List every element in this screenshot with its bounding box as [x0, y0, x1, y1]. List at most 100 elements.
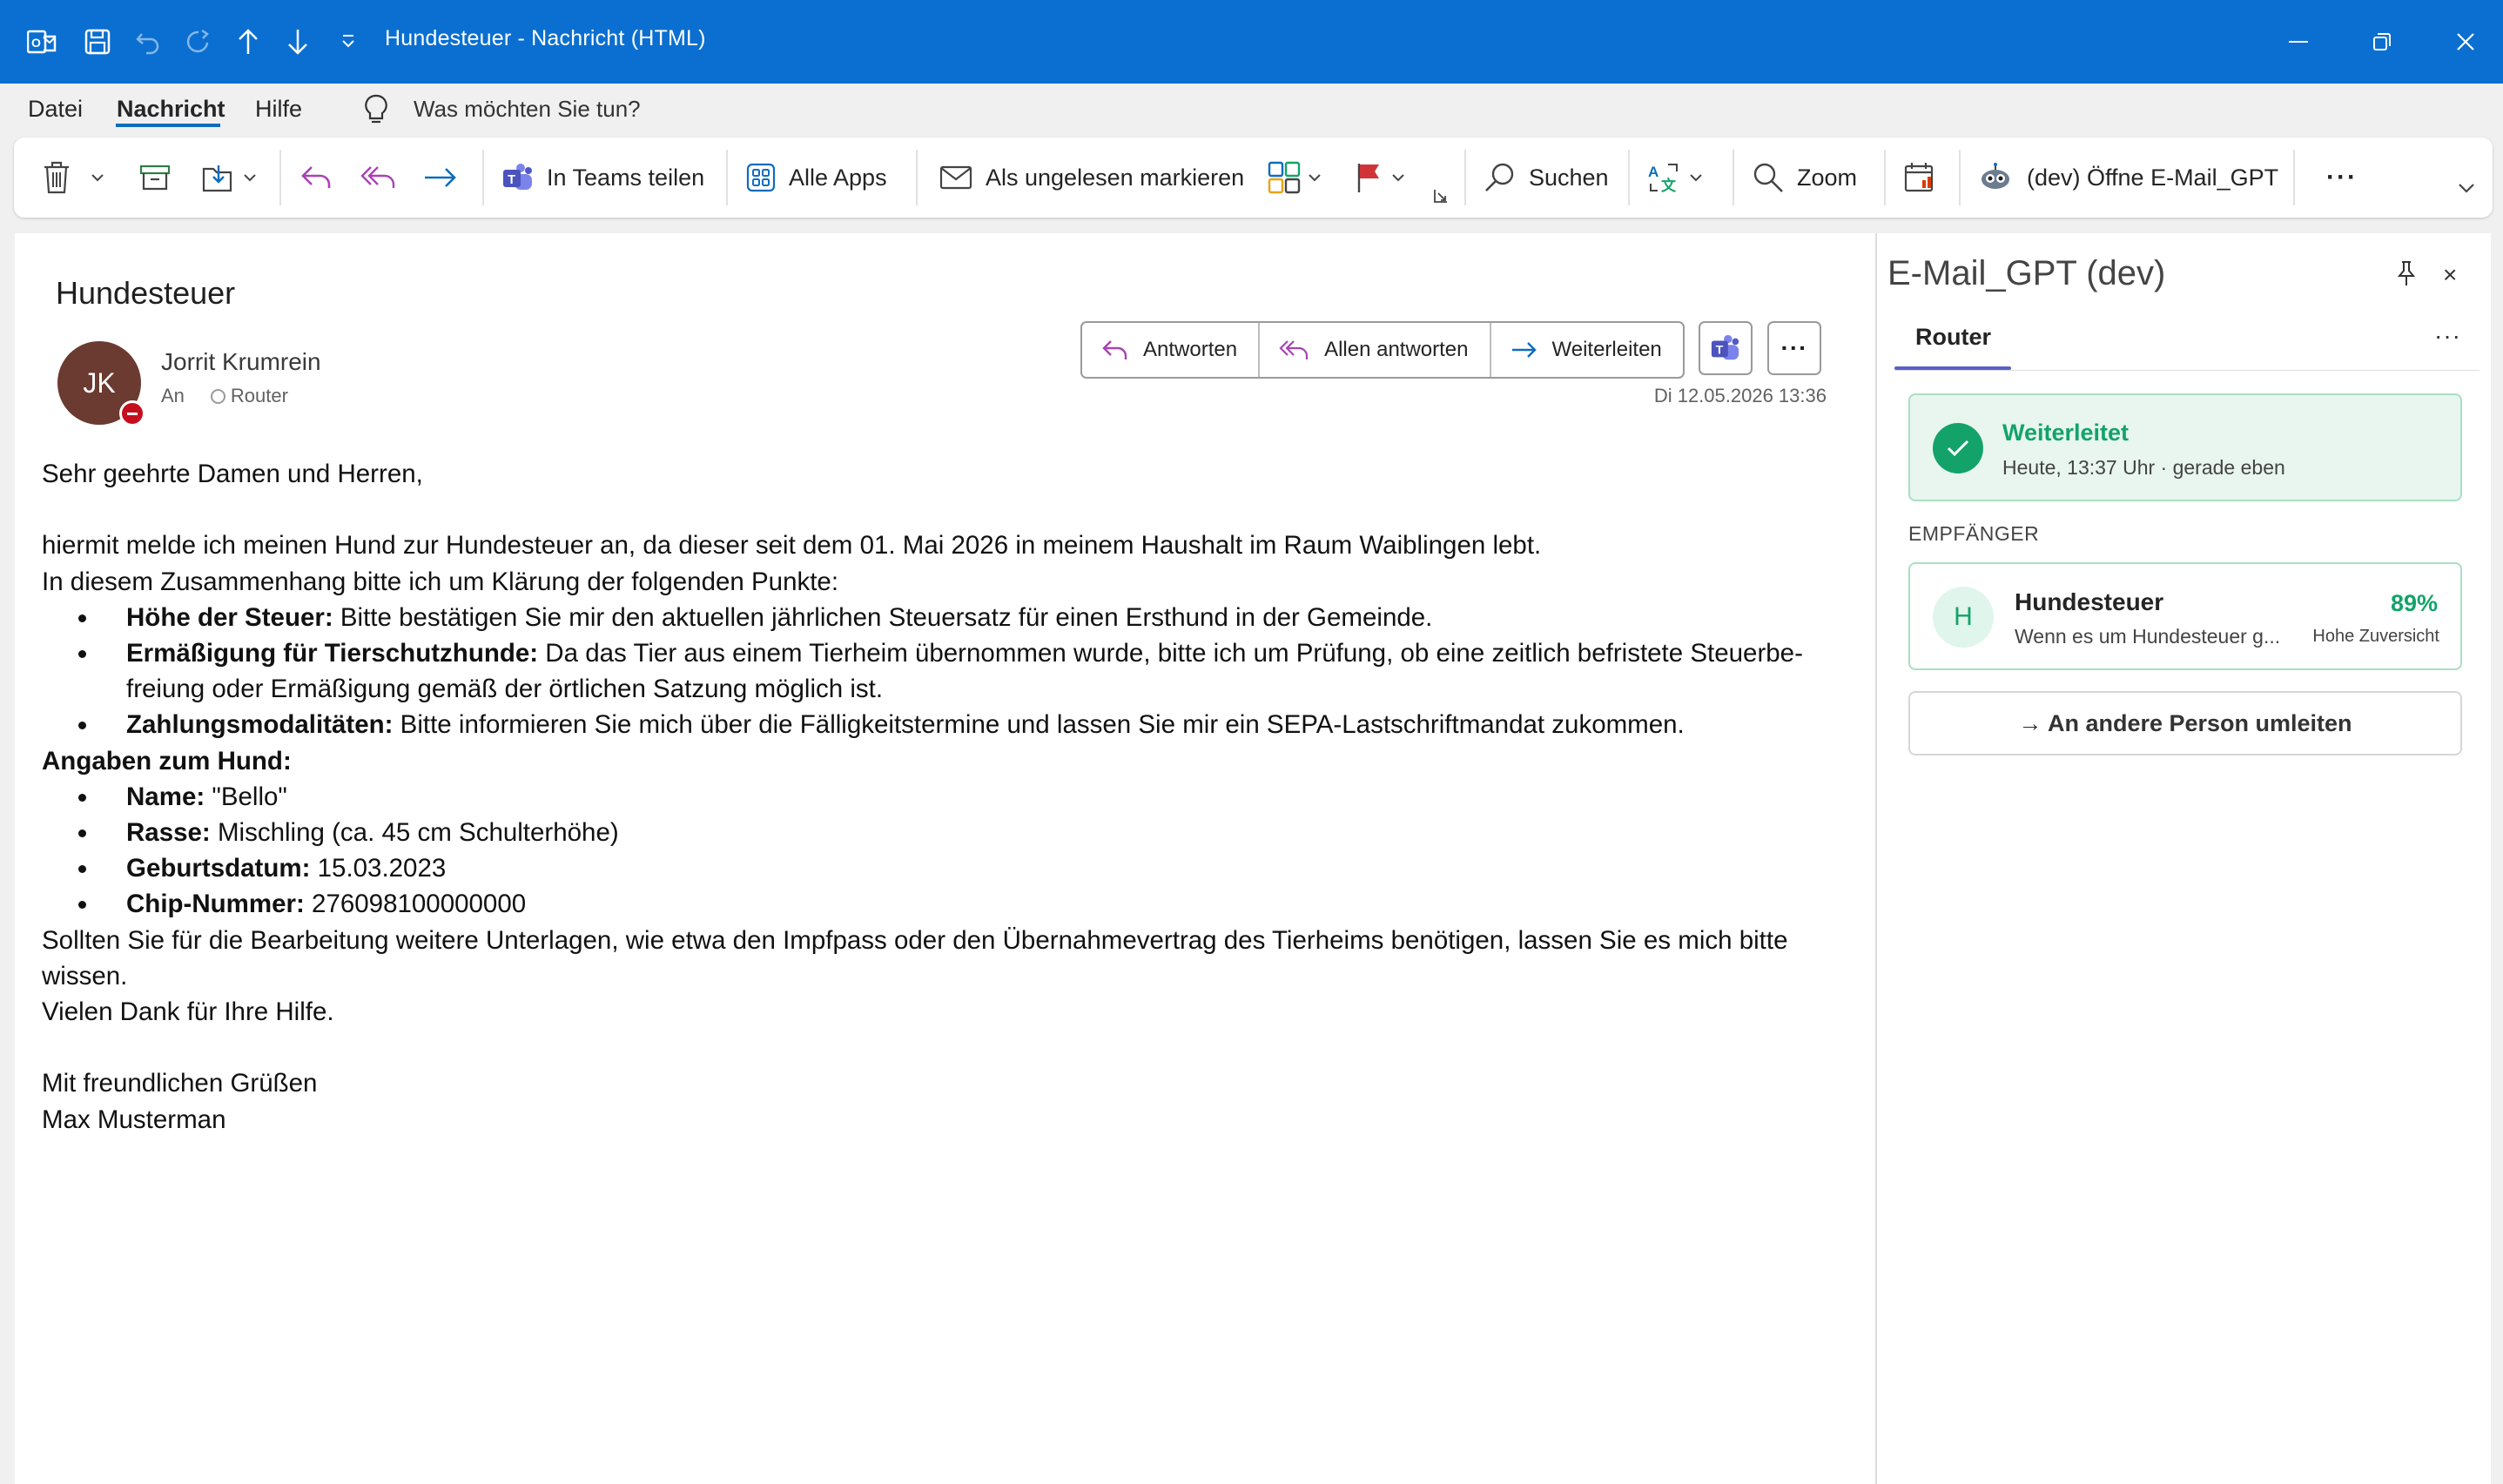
closing-line: Mit freundlichen Grüßen [42, 1069, 318, 1098]
recipient-initial: H [1954, 602, 1973, 631]
svg-text:T: T [508, 172, 515, 187]
mark-unread-button[interactable]: Als ungelesen markieren [939, 157, 1244, 198]
presence-busy-icon [119, 400, 145, 426]
next-item-icon[interactable] [279, 23, 317, 61]
ribbon-separator [2293, 150, 2295, 205]
reply-all-button[interactable]: Allen antworten [1260, 323, 1491, 377]
tell-me-search[interactable]: Was möchten Sie tun? [414, 96, 641, 123]
svg-text:O: O [31, 36, 41, 50]
zoom-button[interactable]: Zoom [1752, 157, 1857, 198]
recipient-line: An Router [161, 385, 288, 407]
more-commands-button[interactable]: ··· [2326, 157, 2358, 198]
checkmark-icon [1933, 423, 1983, 473]
reply-button[interactable]: Antworten [1082, 323, 1261, 377]
svg-text:A: A [1648, 164, 1659, 180]
list-item: Name: "Bello" [99, 779, 1861, 815]
recipient-description: Wenn es um Hundesteuer g... [2015, 625, 2281, 648]
redirect-button[interactable]: → An andere Person umleiten [1908, 691, 2462, 755]
signature: Max Musterman [42, 1105, 226, 1134]
ribbon-separator [482, 150, 484, 205]
list-item: Rasse: Mischling (ca. 45 cm Schulterhöhe… [99, 815, 1861, 850]
share-to-teams-button[interactable]: T In Teams teilen [501, 157, 704, 198]
more-actions-button[interactable]: ··· [1767, 321, 1821, 375]
message-action-group: Antworten Allen antworten Weiterleiten [1080, 321, 1685, 379]
title-bar: O Hundesteuer - Nachricht (HTML) [0, 0, 2503, 84]
recipient-name: Hundesteuer [2015, 588, 2164, 615]
mark-unread-label: Als ungelesen markieren [986, 164, 1245, 191]
search-label: Suchen [1529, 164, 1609, 191]
undo-icon[interactable] [129, 23, 167, 61]
recipient-card[interactable]: H Hundesteuer Wenn es um Hundesteuer g..… [1908, 562, 2462, 670]
pin-icon[interactable] [2396, 259, 2417, 287]
open-email-gpt-label: (dev) Öffne E-Mail_GPT [2027, 164, 2279, 191]
ribbon-separator [726, 150, 728, 205]
flag-button[interactable] [1355, 157, 1407, 198]
panel-more-button[interactable]: ··· [2434, 322, 2461, 350]
minimize-button[interactable] [2272, 19, 2325, 64]
categorize-button[interactable] [1268, 157, 1323, 198]
dog-heading: Angaben zum Hund: [42, 746, 292, 776]
all-apps-label: Alle Apps [789, 164, 887, 191]
menu-nachricht[interactable]: Nachricht [117, 96, 225, 123]
zoom-label: Zoom [1797, 164, 1858, 191]
open-email-gpt-button[interactable]: (dev) Öffne E-Mail_GPT [1978, 157, 2278, 198]
expand-ribbon-icon[interactable] [2457, 167, 2476, 209]
menu-bar: Datei Nachricht Hilfe Was möchten Sie tu… [0, 84, 2503, 136]
menu-datei[interactable]: Datei [28, 96, 83, 123]
dialog-launcher-icon[interactable] [1433, 188, 1449, 204]
all-apps-button[interactable]: Alle Apps [745, 157, 887, 198]
more-commands-label: ··· [2326, 163, 2358, 191]
panel-close-button[interactable]: × [2443, 261, 2457, 289]
close-window-button[interactable] [2439, 19, 2492, 64]
forward-ribbon-button[interactable] [423, 157, 458, 198]
search-button[interactable]: Suchen [1484, 157, 1609, 198]
recipient-avatar: H [1933, 587, 1994, 648]
presence-unknown-icon [210, 388, 225, 404]
ribbon-separator [1464, 150, 1466, 205]
teams-chat-button[interactable]: T [1699, 321, 1753, 375]
archive-button[interactable] [139, 157, 171, 198]
svg-text:文: 文 [1661, 177, 1677, 194]
menu-active-indicator [116, 124, 220, 127]
delete-button[interactable] [42, 157, 106, 198]
save-icon[interactable] [78, 23, 117, 61]
request-intro: In diesem Zusammenhang bitte ich um Klär… [42, 567, 839, 596]
list-item: Chip-Nummer: 276098100000000 [99, 886, 1861, 922]
ribbon-separator [279, 150, 281, 205]
forward-label: Weiterleiten [1551, 338, 1662, 361]
outlook-app-icon: O [23, 23, 61, 61]
message-subject: Hundesteuer [56, 275, 236, 311]
ribbon-separator [1884, 150, 1886, 205]
reply-ribbon-button[interactable] [299, 157, 334, 198]
restore-button[interactable] [2356, 19, 2408, 64]
move-button[interactable] [201, 157, 259, 198]
status-timestamp: Heute, 13:37 Uhr · gerade eben [2002, 456, 2285, 479]
message-body: Sehr geehrte Damen und Herren, hiermit m… [42, 456, 1861, 1138]
to-label: An [161, 385, 185, 406]
svg-text:T: T [1716, 344, 1724, 358]
tab-router[interactable]: Router [1915, 324, 1991, 351]
confidence-label: Hohe Zuversicht [2312, 627, 2439, 646]
request-points-list: Höhe der Steuer: Bitte bestätigen Sie mi… [42, 600, 1861, 743]
customize-quick-access-icon[interactable] [329, 23, 367, 61]
sender-name[interactable]: Jorrit Krumrein [161, 348, 321, 376]
sender-initials: JK [83, 366, 116, 399]
previous-item-icon[interactable] [229, 23, 267, 61]
list-item: Geburtsdatum: 15.03.2023 [99, 850, 1861, 886]
greeting: Sehr geehrte Damen und Herren, [42, 460, 423, 488]
menu-hilfe[interactable]: Hilfe [255, 96, 302, 123]
list-item: Ermäßigung für Tierschutzhunde: Da das T… [99, 635, 1861, 707]
tab-border [1894, 370, 2479, 371]
calendar-insights-button[interactable] [1903, 157, 1936, 198]
reading-pane: Hundesteuer JK Jorrit Krumrein An Router… [15, 233, 1875, 1484]
reply-all-ribbon-button[interactable] [360, 157, 399, 198]
forward-button[interactable]: Weiterleiten [1491, 323, 1683, 377]
to-recipient[interactable]: Router [231, 385, 288, 407]
recipients-section-label: EMPFÄNGER [1908, 522, 2040, 545]
redo-icon[interactable] [178, 23, 217, 61]
translate-button[interactable]: A文 [1647, 157, 1705, 198]
email-gpt-panel: E-Mail_GPT (dev) × Router ··· Weiterleit… [1877, 233, 2491, 1484]
intro-paragraph: hiermit melde ich meinen Hund zur Hundes… [42, 531, 1542, 561]
ribbon-separator [1733, 150, 1734, 205]
dog-details-list: Name: "Bello" Rasse: Mischling (ca. 45 c… [42, 779, 1861, 923]
